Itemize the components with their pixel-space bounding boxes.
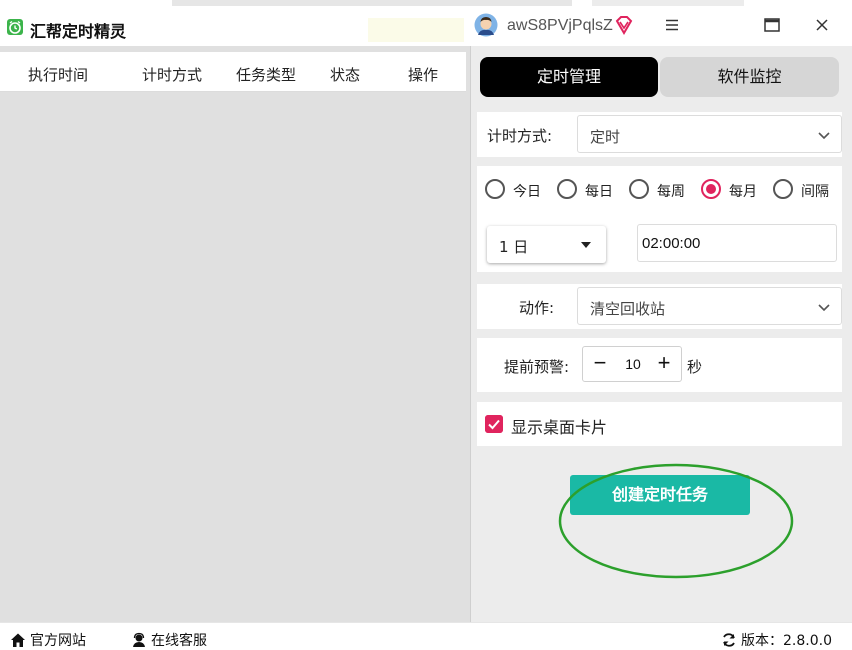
menu-icon[interactable] [663, 16, 681, 34]
create-task-button[interactable]: 创建定时任务 [570, 475, 750, 515]
background-highlight [368, 18, 464, 42]
home-icon [11, 633, 25, 647]
radio-today[interactable] [485, 179, 505, 199]
maximize-icon[interactable] [763, 16, 781, 34]
day-of-month-value: 1 日 [499, 238, 529, 256]
radio-daily[interactable] [557, 179, 577, 199]
app-title: 汇帮定时精灵 [30, 22, 127, 41]
radio-monthly-label: 每月 [729, 184, 757, 200]
show-desktop-card-checkbox[interactable] [485, 415, 503, 433]
vip-diamond-icon[interactable] [614, 15, 634, 35]
action-label: 动作: [519, 299, 555, 317]
action-row: 动作: 清空回收站 [477, 284, 842, 329]
official-website-label: 官方网站 [30, 633, 86, 649]
timing-mode-row: 计时方式: 定时 [477, 112, 842, 157]
radio-daily-label: 每日 [585, 184, 613, 200]
support-agent-icon [133, 632, 145, 647]
warning-seconds-stepper[interactable]: − 10 + [582, 346, 682, 382]
radio-weekly-label: 每周 [657, 184, 685, 200]
tab-schedule-management[interactable]: 定时管理 [480, 57, 658, 97]
column-header-timing-mode: 计时方式 [142, 66, 203, 84]
radio-weekly[interactable] [629, 179, 649, 199]
radio-interval-label: 间隔 [801, 184, 829, 200]
timing-mode-value: 定时 [590, 128, 621, 146]
version-label: 版本：2.8.0.0 [741, 633, 832, 649]
settings-panel: 定时管理 软件监控 计时方式: 定时 今日 每日 每周 每月 间隔 1 日 02… [471, 46, 852, 622]
column-header-status: 状态 [330, 66, 361, 84]
title-bar: 汇帮定时精灵 awS8PVjPqlsZ [0, 0, 852, 46]
chevron-down-icon [818, 304, 830, 312]
decrement-button[interactable]: − [585, 347, 615, 381]
alarm-clock-icon [7, 19, 23, 35]
time-value: 02:00:00 [642, 235, 701, 252]
show-desktop-card-row: 显示桌面卡片 [477, 402, 842, 446]
task-table-header: 执行时间 计时方式 任务类型 状态 操作 [0, 52, 466, 92]
column-header-task-type: 任务类型 [236, 66, 297, 84]
advance-warning-label: 提前预警: [504, 358, 570, 376]
show-desktop-card-label: 显示桌面卡片 [511, 418, 608, 437]
radio-monthly[interactable] [701, 179, 721, 199]
footer-bar: 官方网站 在线客服 版本：2.8.0.0 [0, 622, 852, 650]
timing-mode-label: 计时方式: [487, 127, 553, 145]
advance-warning-row: 提前预警: − 10 + 秒 [477, 338, 842, 392]
radio-today-label: 今日 [513, 184, 541, 200]
time-input[interactable]: 02:00:00 [637, 224, 837, 262]
username[interactable]: awS8PVjPqlsZ [507, 17, 613, 35]
warning-seconds-value[interactable]: 10 [613, 356, 653, 372]
day-of-month-select[interactable]: 1 日 [487, 226, 606, 263]
seconds-unit-label: 秒 [687, 358, 703, 376]
background-strip-2 [592, 0, 744, 6]
timing-mode-select[interactable]: 定时 [577, 115, 842, 153]
radio-interval[interactable] [773, 179, 793, 199]
refresh-icon [723, 633, 735, 647]
column-header-exec-time: 执行时间 [28, 66, 89, 84]
online-support-link[interactable]: 在线客服 [131, 630, 207, 650]
chevron-down-icon [818, 132, 830, 140]
caret-down-icon [581, 242, 591, 248]
user-avatar-icon[interactable] [474, 13, 498, 37]
task-list-panel: 执行时间 计时方式 任务类型 状态 操作 [0, 46, 470, 622]
frequency-card: 今日 每日 每周 每月 间隔 1 日 02:00:00 [477, 166, 842, 272]
official-website-link[interactable]: 官方网站 [10, 630, 86, 650]
online-support-label: 在线客服 [151, 633, 207, 649]
tab-software-monitor[interactable]: 软件监控 [660, 57, 839, 97]
close-icon[interactable] [813, 16, 831, 34]
background-strip [172, 0, 572, 6]
increment-button[interactable]: + [649, 347, 679, 381]
action-value: 清空回收站 [590, 300, 666, 318]
version-info[interactable]: 版本：2.8.0.0 [721, 630, 832, 650]
column-header-actions: 操作 [408, 66, 439, 84]
action-select[interactable]: 清空回收站 [577, 287, 842, 325]
